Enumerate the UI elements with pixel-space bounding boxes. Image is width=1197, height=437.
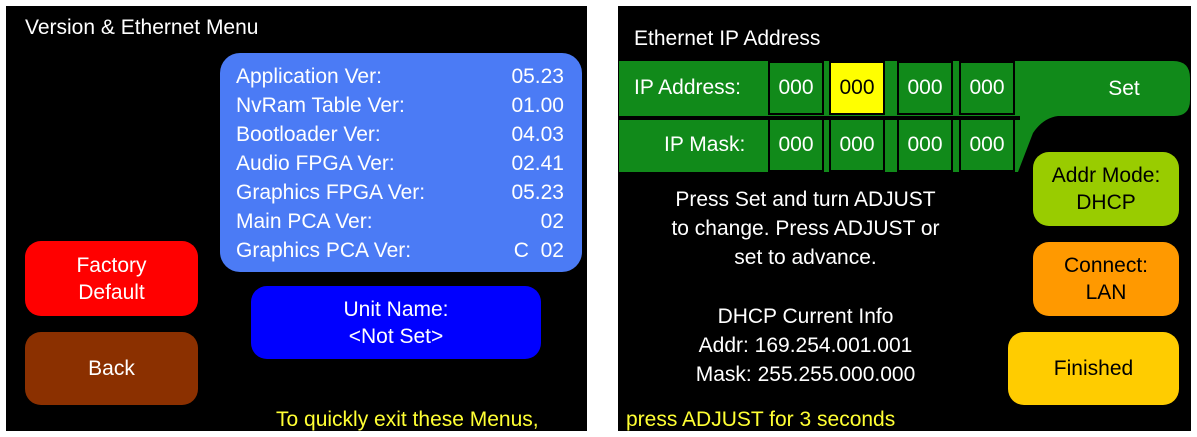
version-row: Bootloader Ver: 04.03 xyxy=(236,121,564,148)
factory-default-button[interactable]: Factory Default xyxy=(25,241,198,316)
version-row: Audio FPGA Ver: 02.41 xyxy=(236,150,564,177)
instructions-text: Press Set and turn ADJUST to change. Pre… xyxy=(671,188,940,269)
version-value: C 02 xyxy=(513,239,564,262)
version-label: Graphics PCA Ver: xyxy=(236,239,412,262)
back-button[interactable]: Back xyxy=(25,332,198,405)
ip-address-octet-selected[interactable]: 000 xyxy=(829,61,885,115)
version-value: 05.23 xyxy=(511,181,564,204)
version-row: Application Ver: 05.23 xyxy=(236,63,564,90)
unit-name-button[interactable]: Unit Name: <Not Set> xyxy=(251,286,541,359)
footer-hint: press ADJUST for 3 seconds xyxy=(626,408,896,431)
ip-address-label: IP Address: xyxy=(634,76,742,99)
dhcp-mask: Mask: 255.255.000.000 xyxy=(695,363,916,386)
dhcp-addr: Addr: 169.254.001.001 xyxy=(698,334,913,357)
version-row: NvRam Table Ver: 01.00 xyxy=(236,92,564,119)
addr-mode-button[interactable]: Addr Mode: DHCP xyxy=(1033,152,1179,226)
dhcp-title: DHCP Current Info xyxy=(717,305,894,328)
version-info-panel: Application Ver: 05.23 NvRam Table Ver: … xyxy=(220,53,582,272)
version-row: Graphics FPGA Ver: 05.23 xyxy=(236,179,564,206)
ip-address-octet[interactable]: 000 xyxy=(897,61,953,115)
version-row: Main PCA Ver: 02 xyxy=(236,208,564,235)
version-value: 04.03 xyxy=(511,123,564,146)
ip-mask-octet[interactable]: 000 xyxy=(768,118,824,172)
version-value: 01.00 xyxy=(511,94,564,117)
version-value: 05.23 xyxy=(511,65,564,88)
version-label: Graphics FPGA Ver: xyxy=(236,181,426,204)
ip-mask-octet[interactable]: 000 xyxy=(897,118,953,172)
footer-hint: To quickly exit these Menus, xyxy=(276,408,539,431)
ip-mask-octet[interactable]: 000 xyxy=(829,118,885,172)
version-label: Bootloader Ver: xyxy=(236,123,381,146)
version-row: Graphics PCA Ver: C 02 xyxy=(236,237,564,264)
ip-address-octet[interactable]: 000 xyxy=(959,61,1015,115)
version-label: NvRam Table Ver: xyxy=(236,94,405,117)
ip-mask-octet[interactable]: 000 xyxy=(959,118,1015,172)
ethernet-ip-screen: Ethernet IP Address IP Address: 000 000 … xyxy=(618,6,1191,431)
finished-button[interactable]: Finished xyxy=(1008,332,1179,405)
ip-mask-label: IP Mask: xyxy=(664,133,746,156)
set-button[interactable]: Set xyxy=(1058,61,1190,116)
version-value: 02 xyxy=(540,210,564,233)
version-ethernet-screen: Version & Ethernet Menu Application Ver:… xyxy=(6,6,587,431)
connect-button[interactable]: Connect: LAN xyxy=(1033,242,1179,316)
version-value: 02.41 xyxy=(511,152,564,175)
version-label: Main PCA Ver: xyxy=(236,210,373,233)
ip-address-octet[interactable]: 000 xyxy=(768,61,824,115)
version-label: Audio FPGA Ver: xyxy=(236,152,395,175)
page-title: Version & Ethernet Menu xyxy=(25,16,259,39)
version-label: Application Ver: xyxy=(236,65,382,88)
